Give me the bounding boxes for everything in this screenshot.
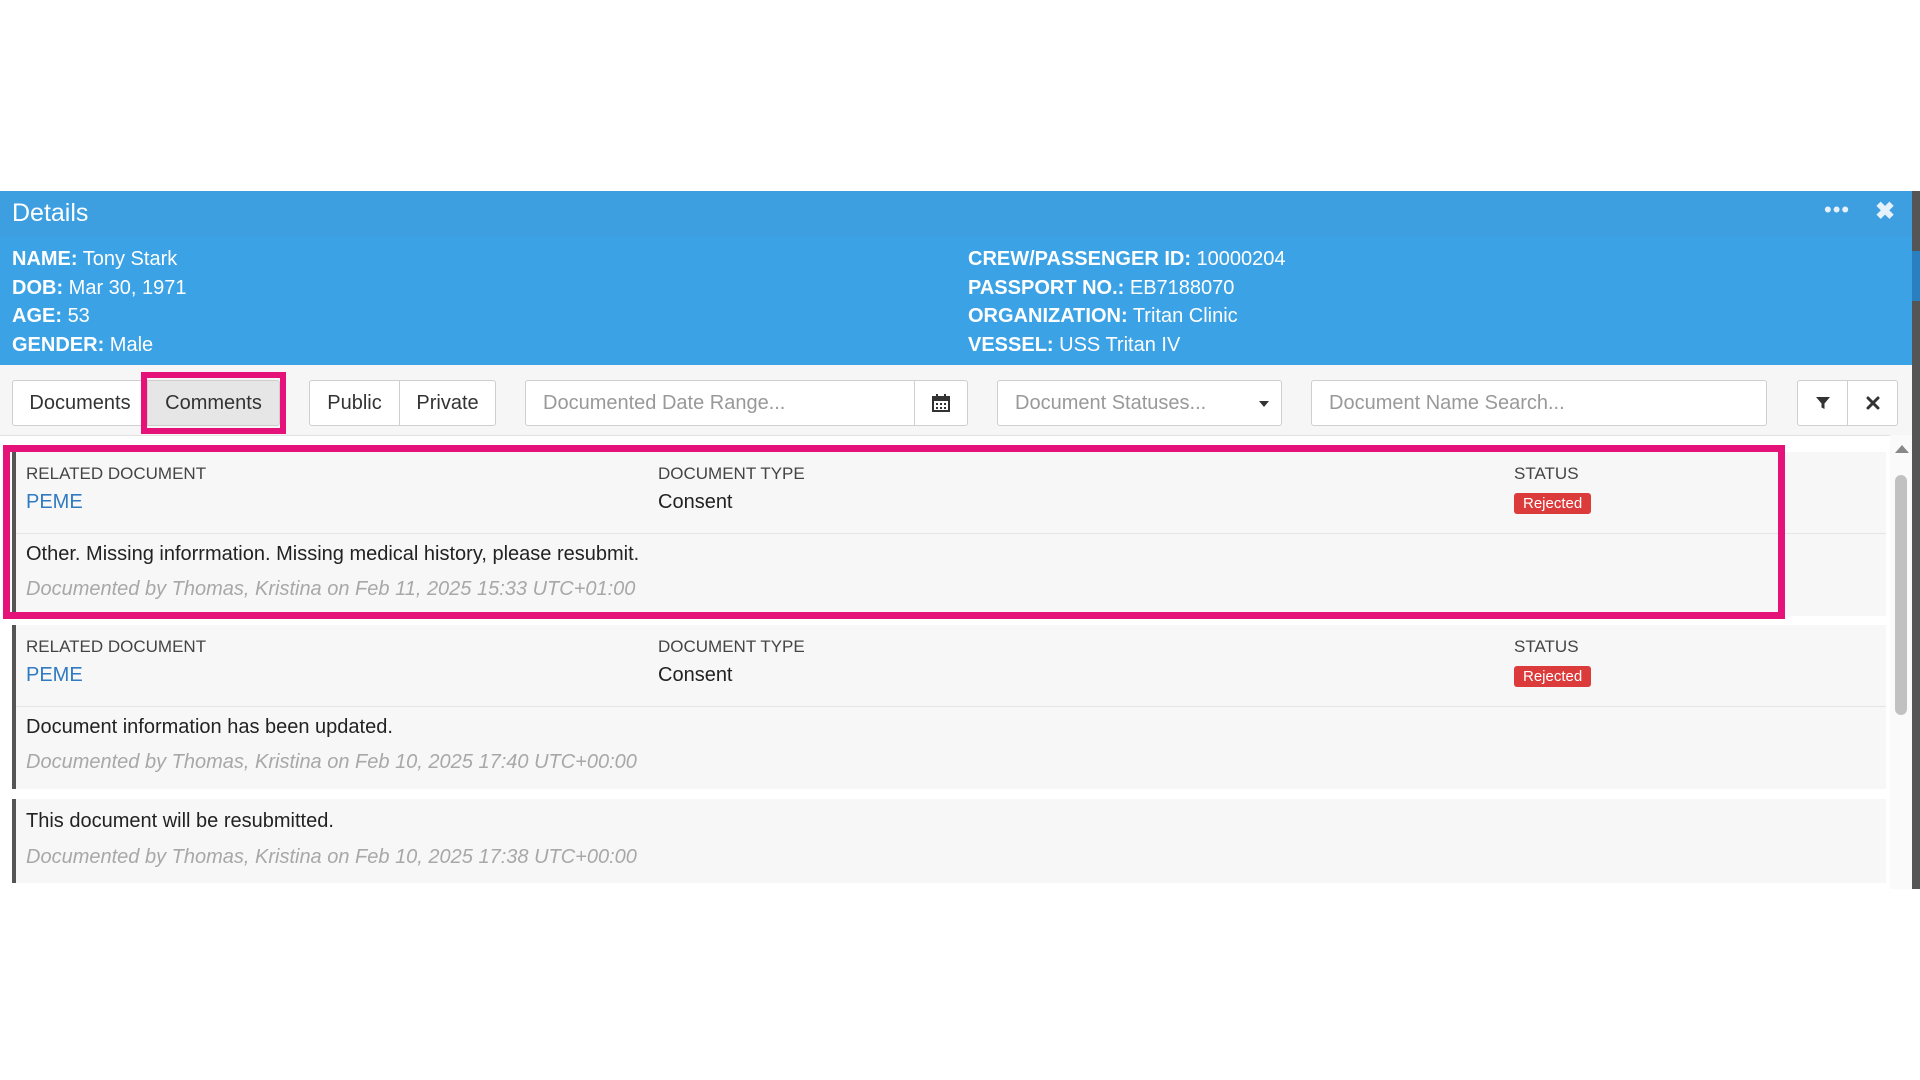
related-document-link[interactable]: PEME <box>26 664 83 687</box>
status-badge: Rejected <box>1514 666 1592 687</box>
dob-label: DOB: <box>12 276 64 299</box>
scroll-up-icon[interactable] <box>1895 445 1909 453</box>
passport-value: EB7188070 <box>1129 276 1235 299</box>
id-value: 10000204 <box>1196 248 1286 270</box>
organization-label: ORGANIZATION: <box>968 305 1128 327</box>
comments-list: RELATED DOCUMENT DOCUMENT TYPE STATUS PE… <box>0 435 1890 889</box>
passport-label: PASSPORT NO.: <box>968 276 1125 299</box>
private-filter-button[interactable]: Private <box>399 380 496 426</box>
patient-info-right: CREW/PASSENGER ID: 10000204 PASSPORT NO.… <box>968 245 1286 359</box>
date-range-input[interactable]: Documented Date Range... <box>525 380 915 426</box>
comments-tab-highlight <box>141 372 286 434</box>
organization-value: Tritan Clinic <box>1132 305 1238 327</box>
comment-highlight <box>3 445 1785 619</box>
comments-scrollbar[interactable] <box>1890 435 1912 889</box>
status-header: STATUS <box>1514 637 1579 656</box>
document-status-select[interactable]: Document Statuses... <box>997 380 1282 426</box>
organization-row: ORGANIZATION: Tritan Clinic <box>968 302 1286 331</box>
clear-icon <box>1866 396 1879 410</box>
comment-text: Document information has been updated. <box>26 716 393 738</box>
id-row: CREW/PASSENGER ID: 10000204 <box>968 245 1286 274</box>
comment-text: This document will be resubmitted. <box>26 810 334 832</box>
age-value: 53 <box>67 305 90 327</box>
name-row: NAME: Tony Stark <box>12 245 187 274</box>
document-name-search-input[interactable]: Document Name Search... <box>1311 380 1767 426</box>
more-options-icon[interactable]: ••• <box>1824 197 1850 223</box>
passport-row: PASSPORT NO.: EB7188070 <box>968 274 1286 303</box>
chevron-down-icon <box>1259 401 1269 407</box>
gender-value: Male <box>109 333 154 356</box>
gender-row: GENDER: Male <box>12 331 187 360</box>
vessel-row: VESSEL: USS Tritan IV <box>968 331 1286 360</box>
calendar-button[interactable] <box>914 380 968 426</box>
gender-label: GENDER: <box>12 333 105 356</box>
filter-toolbar: Documents Comments Public Private Docume… <box>0 365 1912 436</box>
id-label: CREW/PASSENGER ID: <box>968 248 1191 270</box>
filter-icon <box>1815 397 1830 409</box>
document-type-header: DOCUMENT TYPE <box>658 637 805 656</box>
comment-meta: Documented by Thomas, Kristina on Feb 10… <box>26 846 637 868</box>
clear-filter-button[interactable] <box>1847 380 1898 426</box>
dob-value: Mar 30, 1971 <box>68 276 187 299</box>
page-scrollbar[interactable] <box>1912 191 1920 889</box>
name-label: NAME: <box>12 248 78 270</box>
patient-info-left: NAME: Tony Stark DOB: Mar 30, 1971 AGE: … <box>12 245 187 359</box>
vessel-value: USS Tritan IV <box>1059 333 1181 356</box>
age-label: AGE: <box>12 305 62 327</box>
dob-row: DOB: Mar 30, 1971 <box>12 274 187 303</box>
document-status-placeholder: Document Statuses... <box>1015 391 1207 414</box>
card-divider <box>16 706 1886 707</box>
modal-title: Details <box>12 199 89 227</box>
related-document-header: RELATED DOCUMENT <box>26 637 207 656</box>
tab-documents[interactable]: Documents <box>12 380 148 426</box>
comment-card: RELATED DOCUMENT DOCUMENT TYPE STATUS PE… <box>12 625 1886 789</box>
calendar-icon <box>932 394 950 412</box>
name-value: Tony Stark <box>82 248 178 270</box>
age-row: AGE: 53 <box>12 302 187 331</box>
document-type-value: Consent <box>658 664 733 686</box>
comment-meta: Documented by Thomas, Kristina on Feb 10… <box>26 751 637 773</box>
patient-info-panel: NAME: Tony Stark DOB: Mar 30, 1971 AGE: … <box>0 237 1912 365</box>
close-icon[interactable]: ✖ <box>1875 197 1895 226</box>
modal-titlebar: Details ••• ✖ <box>0 191 1912 237</box>
vessel-label: VESSEL: <box>968 333 1054 356</box>
public-filter-button[interactable]: Public <box>309 380 400 426</box>
apply-filter-button[interactable] <box>1797 380 1848 426</box>
scrollbar-thumb[interactable] <box>1895 475 1907 715</box>
comment-card: This document will be resubmitted. Docum… <box>12 799 1886 883</box>
details-modal: Details ••• ✖ NAME: Tony Stark DOB: Mar … <box>0 191 1912 889</box>
page-scrollbar-thumb[interactable] <box>1912 251 1920 301</box>
